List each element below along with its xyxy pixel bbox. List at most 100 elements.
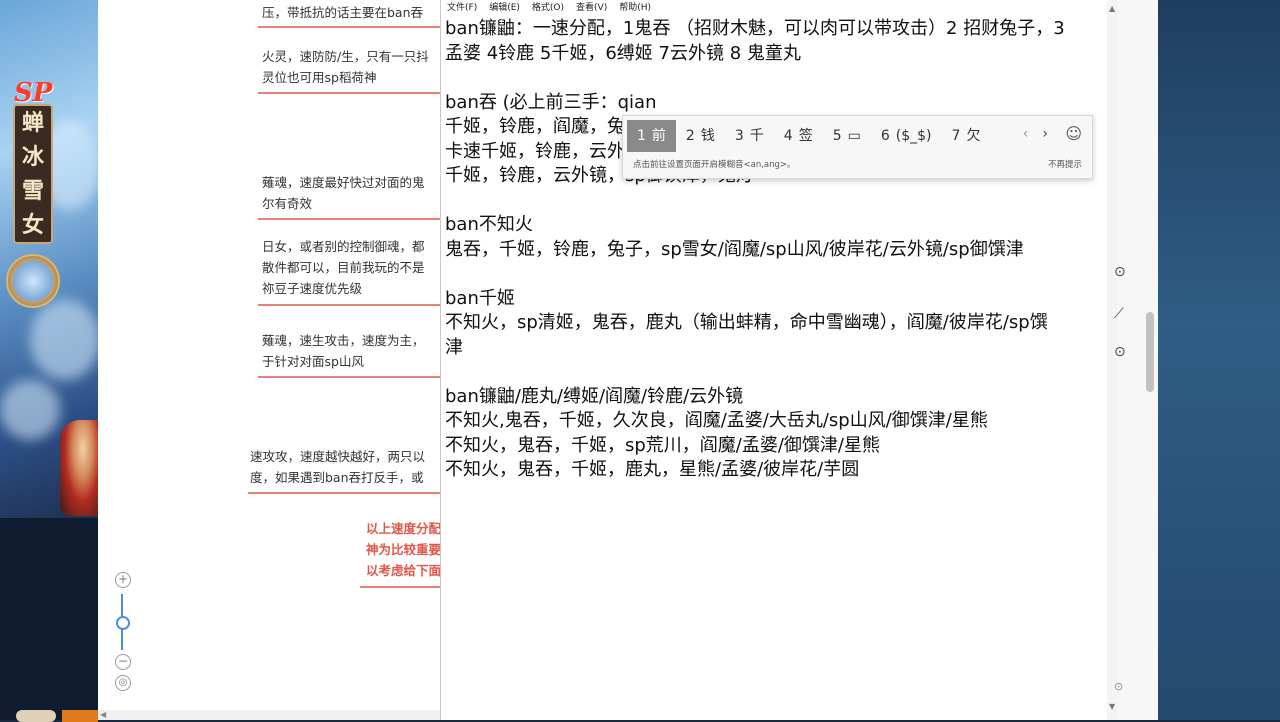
red-note-line: 神为比较重要 (366, 542, 440, 557)
divider (360, 586, 440, 588)
scroll-down-icon[interactable]: ▼ (1109, 702, 1115, 711)
name-char: 冰 (21, 144, 44, 170)
zoom-out-button[interactable]: − (115, 654, 131, 670)
app-icon[interactable]: ⊙ (1114, 680, 1123, 693)
thumbnail (62, 710, 98, 722)
candidate-number: 1 (637, 128, 646, 144)
candidate-number: 5 (832, 128, 842, 144)
app-icon[interactable]: ⊙ (1114, 264, 1126, 280)
doc-line: 日女，或者别的控制御魂，都 (262, 239, 425, 254)
doc-line: 薙魂，速生攻击，速度为主， (262, 333, 425, 348)
candidate-text: 钱 (700, 128, 715, 144)
next-page-icon[interactable]: › (1042, 126, 1048, 142)
menu-view[interactable]: 查看(V) (576, 0, 607, 16)
menu-file[interactable]: 文件(F) (447, 0, 477, 16)
doc-paragraph: 火灵，速防防/生，只有一只抖 灵位也可用sp稻荷神 (262, 46, 429, 88)
doc-paragraph: 压，带抵抗的话主要在ban吞 (262, 2, 423, 23)
doc-paragraph: 薙魂，速度最好快过对面的鬼 尔有奇效 (262, 172, 425, 214)
candidate-number: 4 (783, 128, 793, 144)
ime-candidate-window: 1前 2钱 3千 4签 5 ▭ 6 ($_$) 7欠 ‹ › ☺ 点击前往设置页面开… (622, 115, 1093, 179)
divider (258, 92, 440, 94)
editor-line: 孟婆 4铃鹿 5千姬，6缚姬 7云外镜 8 鬼童丸 (445, 42, 801, 64)
candidate-text: 欠 (966, 128, 981, 144)
scrollbar-thumb[interactable] (1146, 312, 1154, 392)
ime-candidate[interactable]: 4签 (774, 120, 823, 152)
character-avatar-icon (6, 254, 60, 308)
ime-candidate[interactable]: 3千 (725, 120, 774, 152)
dont-show-again-link[interactable]: 不再提示 (1048, 158, 1082, 170)
doc-line: 薙魂，速度最好快过对面的鬼 (262, 175, 425, 190)
menu-format[interactable]: 格式(O) (532, 0, 564, 16)
ime-candidate[interactable]: 7欠 (942, 120, 991, 152)
editor-line: 不知火，鬼吞，千姬，鹿丸，星熊/孟婆/彼岸花/芋圆 (445, 459, 860, 480)
divider (248, 492, 440, 494)
zoom-in-button[interactable]: + (115, 572, 131, 588)
notepad-window: 文件(F) 编辑(E) 格式(O) 查看(V) 帮助(H) ban镰鼬：一速分配… (440, 0, 1120, 720)
candidate-number: 6 (880, 128, 890, 144)
fit-page-icon[interactable]: ◎ (115, 675, 131, 691)
doc-line: 速攻攻，速度越快越好，两只以 (250, 449, 426, 464)
game-bottom-panel (0, 518, 98, 720)
divider (258, 218, 440, 220)
doc-paragraph: 日女，或者别的控制御魂，都 散件都可以，目前我玩的不是 祢豆子速度优先级 (262, 236, 425, 299)
editor-line: ban千姬 (445, 287, 515, 309)
ime-candidate[interactable]: 5 ▭ (823, 120, 871, 152)
red-note-line: 以上速度分配 (366, 521, 440, 536)
divider (258, 304, 440, 306)
doc-line: 火灵，速防防/生，只有一只抖 (262, 49, 429, 64)
candidate-text: 千 (749, 128, 764, 144)
prev-page-icon[interactable]: ‹ (1023, 126, 1029, 142)
divider (258, 376, 440, 378)
name-char: 女 (21, 212, 44, 238)
scroll-up-icon[interactable]: ▲ (1109, 4, 1115, 13)
app-icon[interactable]: ⊙ (1114, 344, 1126, 360)
candidate-text: 签 (798, 128, 813, 144)
editor-line: ban不知火 (445, 214, 533, 235)
candidate-number: 7 (951, 128, 961, 144)
app-icon[interactable]: ⟋ (1114, 306, 1124, 322)
horizontal-scrollbar[interactable]: ◀ (98, 710, 440, 720)
editor-line: 不知火，sp清姬，鬼吞，鹿丸（输出蚌精，命中雪幽魂），阎魔/彼岸花/sp馔 (445, 312, 1048, 333)
game-background-image: SP 蝉 冰 雪 女 (0, 0, 98, 518)
desktop-background (1158, 0, 1280, 720)
candidate-number: 3 (734, 128, 744, 144)
doc-line: 度，如果遇到ban吞打反手，或 (250, 470, 424, 485)
ime-candidate[interactable]: 2钱 (676, 120, 725, 152)
doc-line: 压，带抵抗的话主要在ban吞 (262, 5, 424, 20)
doc-line: 祢豆子速度优先级 (262, 281, 363, 296)
name-char: 雪 (21, 178, 44, 204)
thumbnail (16, 710, 56, 722)
emoji-icon[interactable]: ☺ (1065, 124, 1082, 143)
character-portrait (60, 420, 98, 516)
text-editor[interactable]: ban镰鼬：一速分配，1鬼吞 （招财木魅，可以肉可以带攻击）2 招财兔子，3 孟… (445, 17, 1105, 483)
candidate-text: 前 (651, 128, 666, 144)
candidate-emoji-icon: ▭ (847, 128, 861, 144)
candidate-text: ($_$) (895, 128, 932, 144)
red-note: 以上速度分配 神为比较重要 以考虑给下面 (366, 518, 440, 581)
doc-line: 灵位也可用sp稻荷神 (262, 70, 377, 85)
menu-edit[interactable]: 编辑(E) (489, 0, 520, 16)
menu-bar: 文件(F) 编辑(E) 格式(O) 查看(V) 帮助(H) (441, 0, 1125, 16)
document-page: 压，带抵抗的话主要在ban吞 火灵，速防防/生，只有一只抖 灵位也可用sp稻荷神… (98, 0, 440, 720)
ime-candidate[interactable]: 1前 (627, 120, 676, 152)
scroll-left-icon[interactable]: ◀ (100, 710, 106, 719)
editor-line: 不知火，鬼吞，千姬，sp荒川，阎魔/孟婆/御馔津/星熊 (445, 434, 880, 456)
ime-page-nav: ‹ › (1023, 126, 1048, 142)
doc-paragraph: 速攻攻，速度越快越好，两只以 度，如果遇到ban吞打反手，或 (250, 446, 425, 488)
zoom-slider-handle[interactable] (116, 616, 130, 630)
editor-line: ban镰鼬：一速分配，1鬼吞 （招财木魅，可以肉可以带攻击）2 招财兔子，3 (445, 18, 1065, 39)
red-note-line: 以考虑给下面 (366, 563, 440, 578)
doc-line: 散件都可以，目前我玩的不是 (262, 260, 425, 275)
ime-candidate[interactable]: 6 ($_$) (871, 120, 942, 152)
menu-help[interactable]: 帮助(H) (619, 0, 651, 16)
ice-decoration (0, 380, 60, 440)
candidate-number: 2 (685, 128, 695, 144)
ime-hint-text[interactable]: 点击前往设置页面开启模糊音<an,ang>。 (633, 158, 796, 170)
editor-line: 不知火,鬼吞，千姬，久次良，阎魔/孟婆/大岳丸/sp山风/御馔津/星熊 (445, 410, 988, 431)
doc-paragraph: 薙魂，速生攻击，速度为主， 于针对对面sp山风 (262, 330, 425, 372)
ice-decoration (30, 300, 98, 380)
doc-line: 尔有奇效 (262, 196, 313, 211)
